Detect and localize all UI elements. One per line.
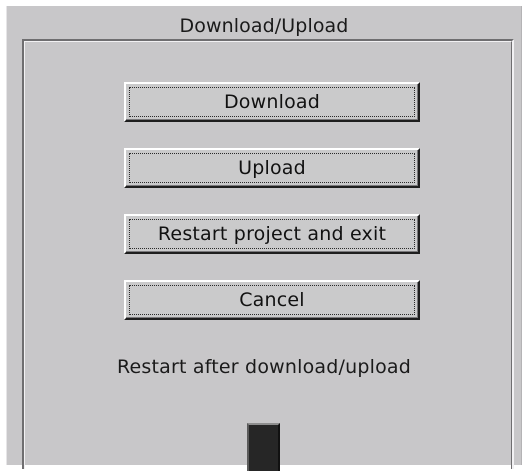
upload-button[interactable]: Upload — [124, 148, 420, 188]
cancel-button-label: Cancel — [239, 289, 305, 311]
download-button-label: Download — [223, 91, 321, 113]
restart-project-button-label: Restart project and exit — [157, 223, 387, 245]
scroll-handle[interactable] — [247, 423, 280, 471]
download-upload-dialog: Download/Upload Download Upload Restart … — [6, 6, 522, 471]
restart-project-button[interactable]: Restart project and exit — [124, 214, 420, 254]
dialog-title: Download/Upload — [179, 15, 349, 37]
upload-button-label: Upload — [238, 157, 306, 179]
restart-note: Restart after download/upload — [116, 356, 412, 378]
download-button[interactable]: Download — [124, 82, 420, 122]
cancel-button[interactable]: Cancel — [124, 280, 420, 320]
